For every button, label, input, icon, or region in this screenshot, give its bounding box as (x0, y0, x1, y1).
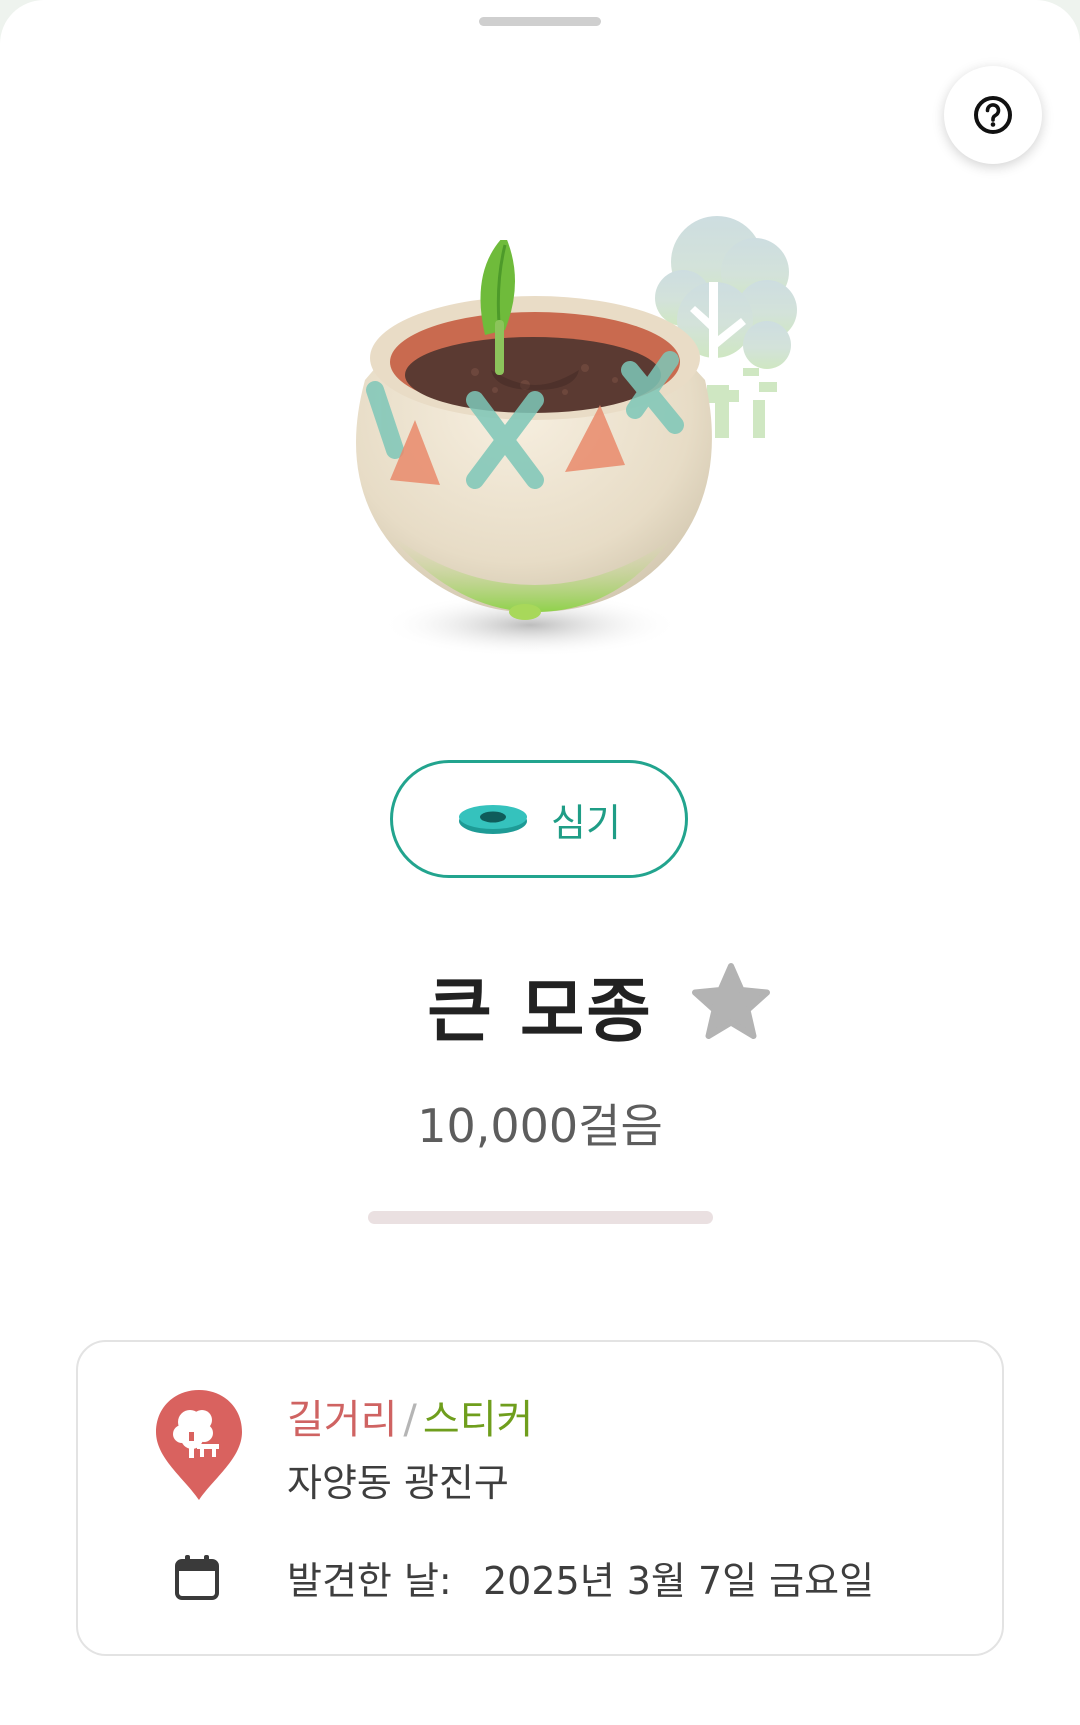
discovery-info-card: 길거리 / 스티커 자양동 광진구 발견한 날: 2025년 3월 7일 금요일 (76, 1340, 1004, 1656)
help-button[interactable] (944, 66, 1042, 164)
location-text: 자양동 광진구 (287, 1461, 509, 1505)
category-secondary: 스티커 (422, 1397, 534, 1443)
found-date-label: 발견한 날: (287, 1559, 452, 1603)
favorite-star-icon[interactable] (690, 962, 772, 1042)
category-primary: 길거리 (287, 1397, 398, 1443)
category-line: 길거리 / 스티커 (287, 1387, 533, 1445)
steps-required: 10,000걸음 (417, 1099, 663, 1153)
question-circle-icon (974, 96, 1012, 134)
bottom-sheet: 심기 큰 모종 10,000걸음 길거리 / 스티커 자양동 광진구 발견한 날… (0, 0, 1080, 1725)
seedling-pot-icon (356, 240, 712, 657)
steps-progress-bar (368, 1211, 713, 1224)
item-title-row: 큰 모종 (0, 955, 1080, 1056)
sheet-drag-handle[interactable] (479, 17, 601, 26)
calendar-icon (175, 1555, 219, 1600)
plant-button[interactable]: 심기 (390, 760, 688, 878)
found-date-value: 2025년 3월 7일 금요일 (483, 1559, 875, 1603)
pot-ring-icon (459, 805, 528, 834)
plant-button-label: 심기 (551, 800, 621, 845)
category-separator: / (403, 1397, 417, 1443)
location-pin-tree-icon (156, 1390, 242, 1500)
item-name: 큰 모종 (427, 970, 653, 1052)
